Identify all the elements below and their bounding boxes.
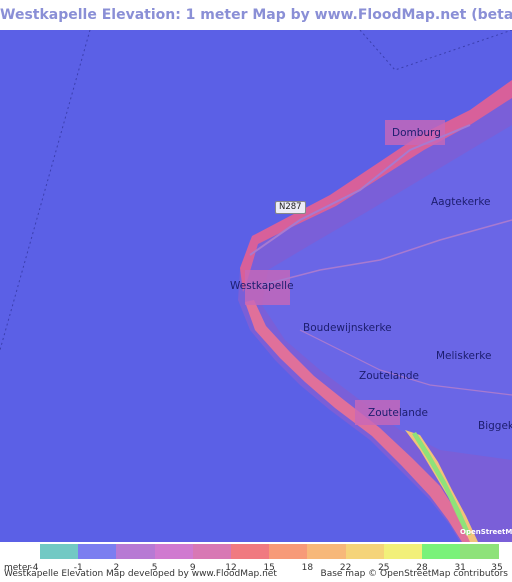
legend-swatch xyxy=(383,544,423,559)
elevation-map[interactable]: Domburg Aagtekerke Westkapelle Boudewijn… xyxy=(0,30,512,542)
legend-swatch xyxy=(307,544,347,559)
legend-swatch xyxy=(116,544,156,559)
legend-swatch xyxy=(154,544,194,559)
place-label[interactable]: Zoutelande xyxy=(368,407,428,419)
place-label[interactable]: Boudewijnskerke xyxy=(303,322,392,334)
place-label[interactable]: Aagtekerke xyxy=(431,196,491,208)
legend-tick: 18 xyxy=(301,563,314,573)
place-label[interactable]: Biggeke xyxy=(478,420,512,432)
road-shield-n287: N287 xyxy=(275,201,306,214)
osm-logo: OpenStreetMap xyxy=(460,528,512,536)
attribution-floodmap[interactable]: Westkapelle Elevation Map developed by w… xyxy=(4,569,277,579)
legend-swatch xyxy=(231,544,270,559)
legend-swatch xyxy=(78,544,118,559)
place-label[interactable]: Westkapelle xyxy=(230,280,294,292)
legend-swatch xyxy=(460,544,500,559)
legend-swatch xyxy=(40,544,79,559)
place-label[interactable]: Zoutelande xyxy=(359,370,419,382)
place-label[interactable]: Meliskerke xyxy=(436,350,491,362)
legend-swatch xyxy=(422,544,461,559)
boundary-line xyxy=(359,30,512,71)
place-label[interactable]: Domburg xyxy=(392,127,441,139)
map-title: Westkapelle Elevation: 1 meter Map by ww… xyxy=(0,7,512,23)
boundary-line xyxy=(0,30,91,351)
legend-swatch xyxy=(269,544,309,559)
attribution-osm[interactable]: Base map © OpenStreetMap contributors xyxy=(321,569,508,579)
legend-swatch xyxy=(192,544,232,559)
legend-swatch xyxy=(345,544,385,559)
